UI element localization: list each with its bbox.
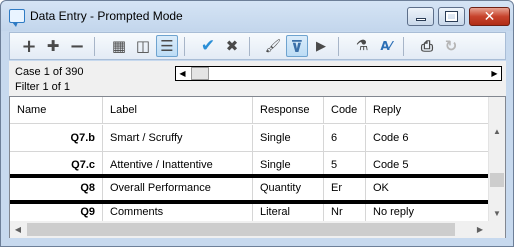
filter-icon: ⊽ [290,36,304,56]
brush-icon: 🖌 [264,38,282,54]
column-header-label[interactable]: Label [103,97,253,124]
cell-code[interactable]: 6 [324,125,366,151]
print-icon: ⎙ [420,37,433,55]
cell-code[interactable]: Er [324,178,366,200]
toolbar-separator [338,37,339,56]
case-scrollbar[interactable]: ◀ ▶ [175,66,502,81]
vertical-scroll-thumb[interactable] [490,173,504,187]
data-entry-window: Data Entry - Prompted Mode ✕ + ✚ − ▦ ◫ ☰… [0,0,514,247]
accept-icon: ✔ [200,36,216,56]
case-info-panel: Case 1 of 390 Filter 1 of 1 ◀ ▶ [9,61,506,96]
accept-button[interactable]: ✔ [197,35,219,57]
add-icon: + [21,35,37,57]
cell-name: Q7.b [10,125,103,151]
grid-view-icon: ▦ [111,37,127,55]
cell-label: Smart / Scruffy [103,125,253,151]
case-scroll-thumb[interactable] [191,67,209,80]
cancel-button[interactable]: ✖ [221,35,243,57]
case-counter: Case 1 of 390 [15,66,84,78]
column-header-response[interactable]: Response [253,97,324,124]
filter-button[interactable]: ⊽ [286,35,308,57]
refresh-icon: ↻ [444,37,458,55]
cell-reply: OK [373,182,389,194]
app-icon [9,9,25,27]
cell-code[interactable]: Nr [324,204,366,221]
refresh-button[interactable]: ↻ [440,35,462,57]
column-header-name[interactable]: Name [10,97,103,124]
cell-label: Comments [103,204,253,221]
insert-button[interactable]: ✚ [42,35,64,57]
scroll-up-icon[interactable]: ▲ [489,123,505,139]
cancel-icon: ✖ [225,37,239,55]
window-title: Data Entry - Prompted Mode [30,9,183,23]
table-row[interactable]: Q7.b Smart / Scruffy Single 6 Code 6 [10,125,488,151]
brush-button[interactable]: 🖌 [262,35,284,57]
close-icon: ✕ [483,8,496,25]
grid-scroll-right-icon[interactable]: ▶ [472,221,488,238]
grid-scroll-left-icon[interactable]: ◀ [10,221,26,238]
toolbar-separator [94,37,95,56]
insert-icon: ✚ [46,37,60,55]
add-button[interactable]: + [18,35,40,57]
run-button[interactable]: ▶ [310,35,332,57]
vertical-scrollbar[interactable]: ▲ ▼ [488,97,505,221]
cell-response: Literal [253,204,324,221]
maximize-button[interactable] [438,7,465,26]
toolbar-separator [249,37,250,56]
split-view-icon: ◫ [135,37,151,55]
grid-header: Name Label Response Code Reply [10,97,497,124]
spellcheck-button[interactable]: A⁄ [375,35,397,57]
horizontal-scrollbar[interactable]: ◀ ▶ [10,221,488,238]
data-grid: Name Label Response Code Reply Q7.b Smar… [9,96,506,238]
minimize-icon [415,18,426,21]
flask-button[interactable]: ⚗ [351,35,373,57]
remove-button[interactable]: − [66,35,88,57]
toolbar: + ✚ − ▦ ◫ ☰ ✔ ✖ 🖌 ⊽ ▶ ⚗ A⁄ ⎙ ↻ [9,32,506,60]
cell-reply: Code 6 [373,132,409,144]
scroll-right-icon[interactable]: ▶ [488,67,501,80]
minimize-button[interactable] [407,7,434,26]
filter-counter: Filter 1 of 1 [15,81,71,93]
list-view-button[interactable]: ☰ [156,35,178,57]
cell-response: Single [253,125,324,151]
toolbar-separator [184,37,185,56]
column-header-code[interactable]: Code [324,97,366,124]
column-header-reply[interactable]: Reply [366,97,488,124]
title-bar[interactable]: Data Entry - Prompted Mode ✕ [1,1,513,31]
cell-name: Q9 [10,204,103,221]
table-row[interactable]: Q9 Comments Literal Nr No reply [10,204,488,221]
spellcheck-icon: A⁄ [380,39,392,53]
remove-icon: − [69,35,85,57]
close-button[interactable]: ✕ [469,7,510,26]
split-view-button[interactable]: ◫ [132,35,154,57]
cell-response: Quantity [253,178,324,200]
cell-reply: No reply [373,206,414,218]
list-view-icon: ☰ [160,37,174,55]
scroll-left-icon[interactable]: ◀ [176,67,189,80]
cell-label: Overall Performance [103,178,253,200]
toolbar-separator [403,37,404,56]
flask-icon: ⚗ [355,38,369,54]
cell-name: Q8 [10,178,103,200]
horizontal-scroll-thumb[interactable] [27,223,455,236]
run-icon: ▶ [316,38,326,54]
scroll-down-icon[interactable]: ▼ [489,205,505,221]
print-button[interactable]: ⎙ [416,35,438,57]
grid-view-button[interactable]: ▦ [108,35,130,57]
scrollbar-corner [488,221,505,238]
table-row-selected[interactable]: Q8 Overall Performance Quantity Er OK [10,174,488,204]
maximize-icon [445,11,458,22]
